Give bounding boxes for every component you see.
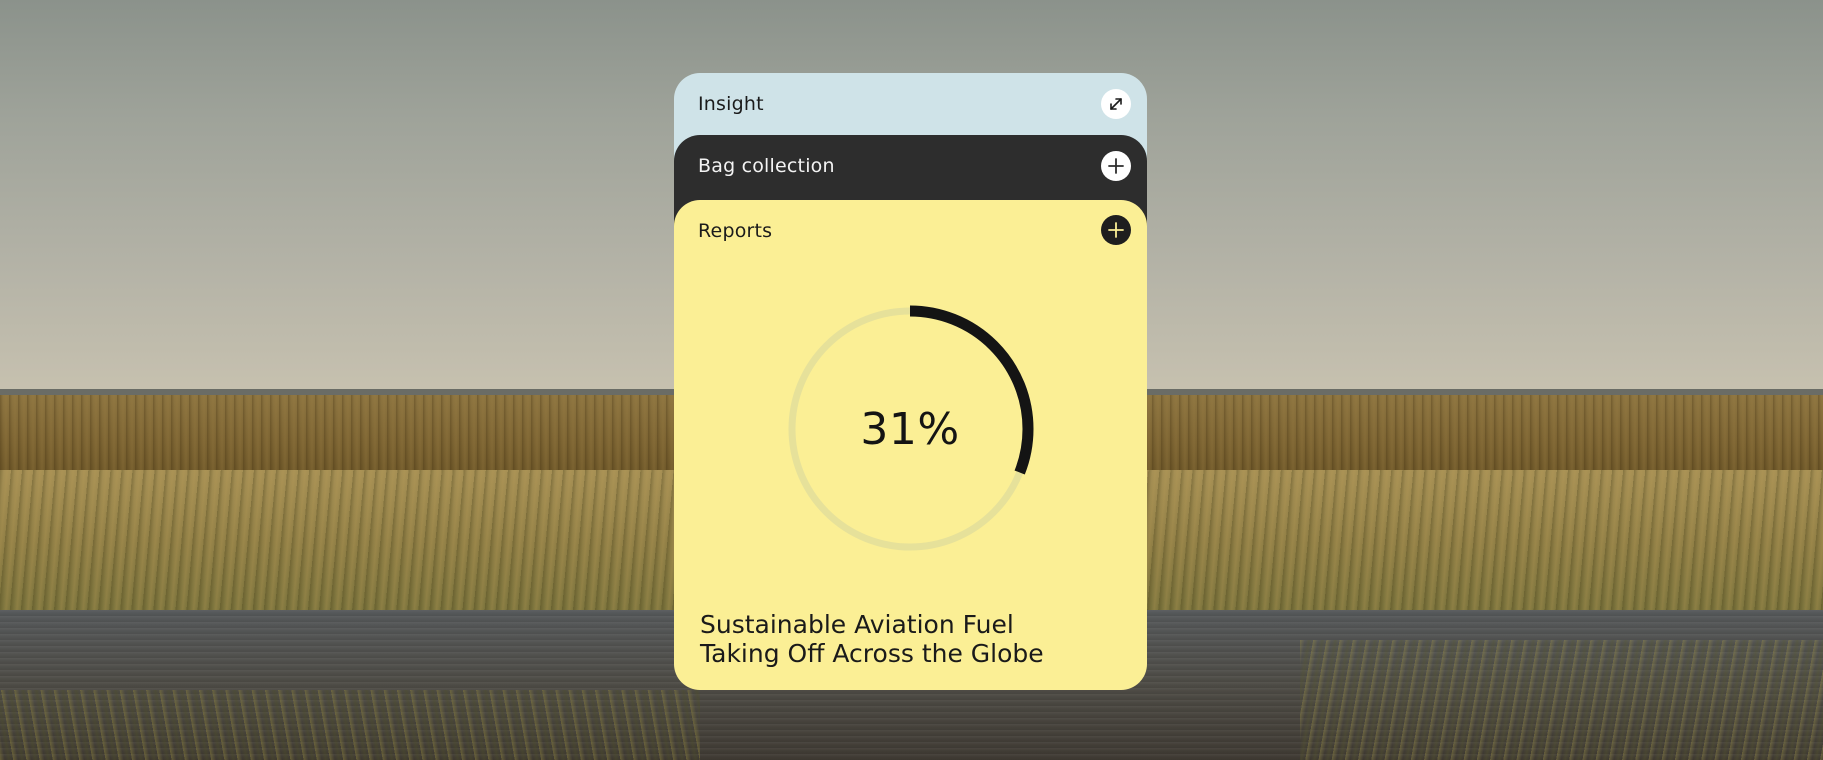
expand-icon [1108, 96, 1124, 112]
progress-ring: 31% [786, 305, 1034, 553]
foreground-grass-right [1300, 640, 1823, 760]
foreground-grass-left [0, 690, 700, 760]
card-stack: Insight Bag collection Reports 31% Susta… [674, 73, 1147, 690]
insight-expand-button[interactable] [1101, 89, 1131, 119]
reports-panel[interactable]: Reports 31% Sustainable Aviation Fuel Ta… [674, 200, 1147, 690]
report-headline[interactable]: Sustainable Aviation Fuel Taking Off Acr… [700, 610, 1120, 668]
plus-icon [1107, 221, 1125, 239]
plus-icon [1107, 157, 1125, 175]
insight-title: Insight [698, 93, 764, 115]
progress-percentage: 31% [860, 403, 960, 455]
bag-collection-add-button[interactable] [1101, 151, 1131, 181]
report-headline-line-2: Taking Off Across the Globe [700, 639, 1044, 668]
reports-title: Reports [698, 220, 773, 242]
bag-collection-title: Bag collection [698, 155, 835, 177]
report-headline-line-1: Sustainable Aviation Fuel [700, 610, 1014, 639]
reports-add-button[interactable] [1101, 215, 1131, 245]
